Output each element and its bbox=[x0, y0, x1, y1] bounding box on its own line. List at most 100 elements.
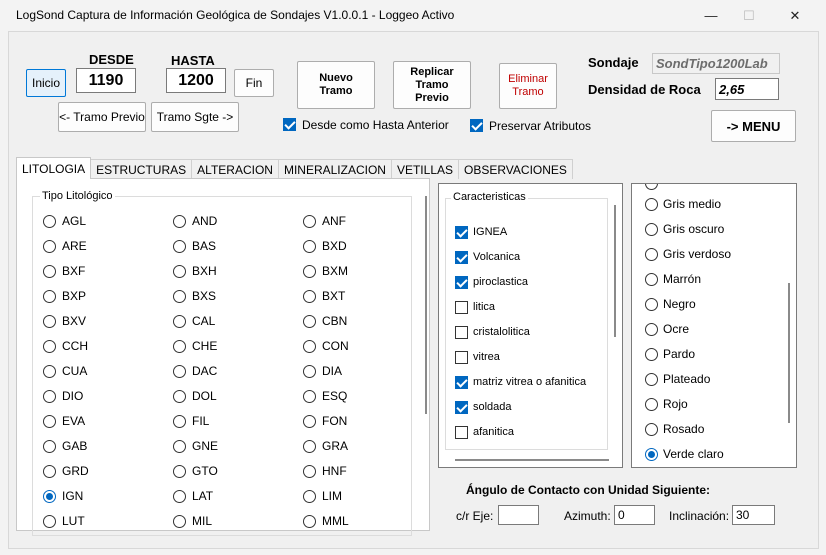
eliminar-tramo-button[interactable]: Eliminar Tramo bbox=[499, 63, 557, 109]
contacto-title: Ángulo de Contacto con Unidad Siguiente: bbox=[466, 483, 710, 497]
lito-radio-gto[interactable] bbox=[173, 465, 186, 478]
lito-label-lut: LUT bbox=[62, 514, 85, 528]
lito-radio-are[interactable] bbox=[43, 240, 56, 253]
lito-radio-bxs[interactable] bbox=[173, 290, 186, 303]
lito-radio-lim[interactable] bbox=[303, 490, 316, 503]
tab-alteracion[interactable]: ALTERACION bbox=[191, 159, 279, 179]
lito-radio-dac[interactable] bbox=[173, 365, 186, 378]
color-radio[interactable] bbox=[645, 198, 658, 211]
caracteristicas-hscrollbar[interactable] bbox=[455, 459, 609, 461]
nuevo-tramo-button[interactable]: Nuevo Tramo bbox=[297, 61, 375, 109]
lito-radio-and[interactable] bbox=[173, 215, 186, 228]
close-button[interactable]: ✕ bbox=[772, 0, 818, 31]
lito-radio-gne[interactable] bbox=[173, 440, 186, 453]
color-radio[interactable] bbox=[645, 398, 658, 411]
replicar-tramo-button[interactable]: Replicar Tramo Previo bbox=[393, 61, 471, 109]
lito-label-gra: GRA bbox=[322, 439, 349, 453]
inclinacion-input[interactable]: 30 bbox=[732, 505, 775, 525]
desde-como-hasta-checkbox[interactable] bbox=[283, 118, 296, 131]
fin-button[interactable]: Fin bbox=[234, 69, 274, 97]
lito-radio-fil[interactable] bbox=[173, 415, 186, 428]
lito-label-bxt: BXT bbox=[322, 289, 346, 303]
lito-radio-gra[interactable] bbox=[303, 440, 316, 453]
tab-vetillas[interactable]: VETILLAS bbox=[390, 159, 459, 179]
lito-radio-esq[interactable] bbox=[303, 390, 316, 403]
lito-radio-anf[interactable] bbox=[303, 215, 316, 228]
desde-label: DESDE bbox=[89, 52, 134, 67]
lito-radio-hnf[interactable] bbox=[303, 465, 316, 478]
lito-radio-dio[interactable] bbox=[43, 390, 56, 403]
lito-radio-lut[interactable] bbox=[43, 515, 56, 528]
lito-radio-che[interactable] bbox=[173, 340, 186, 353]
tab-mineralizacion[interactable]: MINERALIZACION bbox=[277, 159, 392, 179]
lito-radio-bxd[interactable] bbox=[303, 240, 316, 253]
lito-radio-ign[interactable] bbox=[43, 490, 56, 503]
tramo-previo-button[interactable]: <- Tramo Previo bbox=[58, 102, 146, 132]
lito-radio-mml[interactable] bbox=[303, 515, 316, 528]
inicio-button[interactable]: Inicio bbox=[26, 69, 66, 97]
lito-radio-bas[interactable] bbox=[173, 240, 186, 253]
lito-radio-cua[interactable] bbox=[43, 365, 56, 378]
caracteristica-checkbox[interactable] bbox=[455, 351, 468, 364]
caracteristica-checkbox[interactable] bbox=[455, 401, 468, 414]
lito-label-mil: MIL bbox=[192, 514, 213, 528]
lito-radio-cbn[interactable] bbox=[303, 315, 316, 328]
lito-radio-cch[interactable] bbox=[43, 340, 56, 353]
lito-radio-lat[interactable] bbox=[173, 490, 186, 503]
caracteristica-checkbox[interactable] bbox=[455, 326, 468, 339]
lito-radio-gab[interactable] bbox=[43, 440, 56, 453]
menu-button[interactable]: -> MENU bbox=[711, 110, 796, 142]
densidad-input[interactable]: 2,65 bbox=[715, 78, 779, 100]
color-radio[interactable] bbox=[645, 423, 658, 436]
tab-litologia[interactable]: LITOLOGIA bbox=[16, 157, 92, 179]
color-label: Gris verdoso bbox=[663, 247, 732, 261]
colores-scrollbar[interactable] bbox=[788, 283, 790, 423]
lito-radio-mil[interactable] bbox=[173, 515, 186, 528]
caracteristica-checkbox[interactable] bbox=[455, 376, 468, 389]
lito-radio-eva[interactable] bbox=[43, 415, 56, 428]
lito-radio-dia[interactable] bbox=[303, 365, 316, 378]
lito-radio-grd[interactable] bbox=[43, 465, 56, 478]
lito-radio-con[interactable] bbox=[303, 340, 316, 353]
lito-radio-bxh[interactable] bbox=[173, 265, 186, 278]
lito-radio-bxm[interactable] bbox=[303, 265, 316, 278]
tab-estructuras[interactable]: ESTRUCTURAS bbox=[90, 159, 193, 179]
caracteristica-checkbox[interactable] bbox=[455, 426, 468, 439]
lito-radio-dol[interactable] bbox=[173, 390, 186, 403]
color-label: Verde claro bbox=[663, 447, 724, 461]
cr-eje-input[interactable] bbox=[498, 505, 539, 525]
lito-radio-cal[interactable] bbox=[173, 315, 186, 328]
preservar-atributos-checkbox[interactable] bbox=[470, 119, 483, 132]
color-radio[interactable] bbox=[645, 223, 658, 236]
tab-observaciones[interactable]: OBSERVACIONES bbox=[458, 159, 573, 179]
caracteristica-checkbox[interactable] bbox=[455, 226, 468, 239]
color-radio[interactable] bbox=[645, 348, 658, 361]
color-label: Gris medio bbox=[663, 197, 722, 211]
color-radio[interactable] bbox=[645, 323, 658, 336]
caracteristica-label: afanitica bbox=[473, 426, 514, 438]
caracteristicas-scrollbar[interactable] bbox=[614, 205, 616, 337]
cr-eje-label: c/r Eje: bbox=[456, 509, 494, 523]
lito-radio-bxt[interactable] bbox=[303, 290, 316, 303]
caracteristica-checkbox[interactable] bbox=[455, 251, 468, 264]
lito-label-eva: EVA bbox=[62, 414, 86, 428]
caracteristica-checkbox[interactable] bbox=[455, 276, 468, 289]
preservar-atributos-label: Preservar Atributos bbox=[489, 119, 592, 133]
color-radio[interactable] bbox=[645, 373, 658, 386]
tramo-sgte-button[interactable]: Tramo Sgte -> bbox=[151, 102, 239, 132]
color-radio[interactable] bbox=[645, 298, 658, 311]
litologia-scrollbar[interactable] bbox=[425, 196, 427, 414]
lito-radio-bxf[interactable] bbox=[43, 265, 56, 278]
caracteristica-checkbox[interactable] bbox=[455, 301, 468, 314]
hasta-input[interactable]: 1200 bbox=[166, 68, 226, 93]
maximize-button[interactable]: ☐ bbox=[726, 0, 772, 31]
color-radio[interactable] bbox=[645, 273, 658, 286]
lito-radio-fon[interactable] bbox=[303, 415, 316, 428]
color-radio[interactable] bbox=[645, 448, 658, 461]
lito-radio-bxp[interactable] bbox=[43, 290, 56, 303]
desde-input[interactable]: 1190 bbox=[76, 68, 136, 93]
lito-radio-agl[interactable] bbox=[43, 215, 56, 228]
color-radio[interactable] bbox=[645, 248, 658, 261]
lito-radio-bxv[interactable] bbox=[43, 315, 56, 328]
azimuth-input[interactable]: 0 bbox=[614, 505, 655, 525]
